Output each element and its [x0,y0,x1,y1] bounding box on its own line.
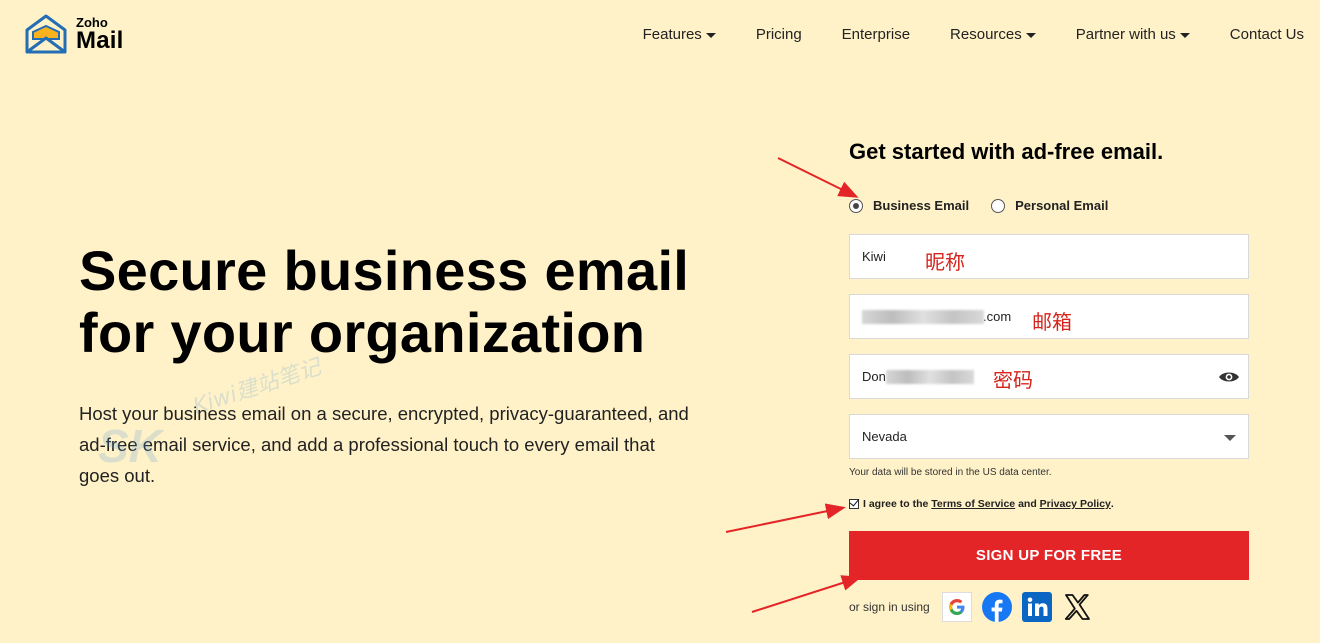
email-annotation: 邮箱 [1032,312,1072,334]
arrow-to-agree-checkbox [725,503,846,533]
signup-button[interactable]: SIGN UP FOR FREE [849,531,1249,580]
agree-checkbox[interactable] [849,499,859,509]
caret-down-icon [1025,33,1036,38]
password-annotation: 密码 [993,370,1033,392]
main-nav: Features Pricing Enterprise Resources Pa… [643,26,1304,43]
nav-features[interactable]: Features [643,26,716,43]
radio-button-checked[interactable] [849,198,863,213]
nav-features-label: Features [642,26,702,43]
nav-contact[interactable]: Contact Us [1230,26,1304,43]
linkedin-icon [1021,592,1052,622]
agree-row: I agree to the Terms of Service and Priv… [849,498,1114,510]
name-field[interactable]: 昵称 [849,234,1249,279]
arrow-to-signup-button [751,575,862,613]
signin-row: or sign in using [849,592,1102,622]
radio-personal-email[interactable]: Personal Email [991,198,1108,213]
nav-partner-label: Partner with us [1075,26,1176,43]
eye-icon[interactable] [1218,368,1240,386]
name-annotation: 昵称 [925,252,965,274]
nav-resources[interactable]: Resources [950,26,1036,43]
arrow-to-business-email [777,157,859,198]
hero-title: Secure business email for your organizat… [79,240,739,364]
facebook-signin-button[interactable] [981,592,1012,622]
agree-prefix: I agree to the [863,498,929,510]
radio-button[interactable] [991,198,1006,213]
password-redacted [885,369,974,384]
facebook-icon [981,592,1012,622]
hero-title-line1: Secure business email [79,239,690,302]
password-field[interactable]: Don 密码 [849,354,1249,399]
nav-pricing-label: Pricing [755,26,802,43]
email-field[interactable]: .com 邮箱 [849,294,1249,339]
datacenter-note: Your data will be stored in the US data … [849,467,1052,478]
linkedin-signin-button[interactable] [1021,592,1052,622]
radio-business-email[interactable]: Business Email [849,198,969,213]
form-title: Get started with ad-free email. [849,139,1164,164]
nav-enterprise[interactable]: Enterprise [842,26,910,43]
nav-enterprise-label: Enterprise [841,26,911,43]
agree-and: and [1018,498,1037,510]
hero-title-line2: for your organization [79,301,646,364]
x-icon [1064,594,1090,620]
nav-pricing[interactable]: Pricing [756,26,802,43]
logo-product: Mail [76,26,124,54]
region-select-value: Nevada [862,429,907,444]
password-visible-prefix: Don [862,369,886,384]
radio-personal-label: Personal Email [1015,198,1109,213]
hero-description: Host your business email on a secure, en… [79,403,689,486]
terms-link[interactable]: Terms of Service [931,498,1015,510]
agree-suffix: . [1110,498,1114,510]
privacy-link[interactable]: Privacy Policy [1040,498,1111,510]
chevron-down-icon [1224,435,1236,441]
nav-contact-label: Contact Us [1229,26,1304,43]
zoho-mail-logo[interactable]: Zoho Mail [24,12,123,56]
mail-envelope-icon [25,14,67,54]
google-signin-button[interactable] [941,592,972,622]
google-icon [948,599,965,615]
x-signin-button[interactable] [1062,592,1092,622]
account-type-radio-group: Business Email Personal Email [849,198,1130,213]
email-redacted [862,309,984,324]
radio-business-label: Business Email [873,198,970,213]
region-select[interactable]: Nevada [849,414,1249,459]
caret-down-icon [1179,33,1190,38]
nav-partner[interactable]: Partner with us [1076,26,1190,43]
nav-resources-label: Resources [950,26,1022,43]
caret-down-icon [705,33,716,38]
signin-label: or sign in using [849,600,930,614]
email-visible-suffix: .com [983,309,1012,324]
